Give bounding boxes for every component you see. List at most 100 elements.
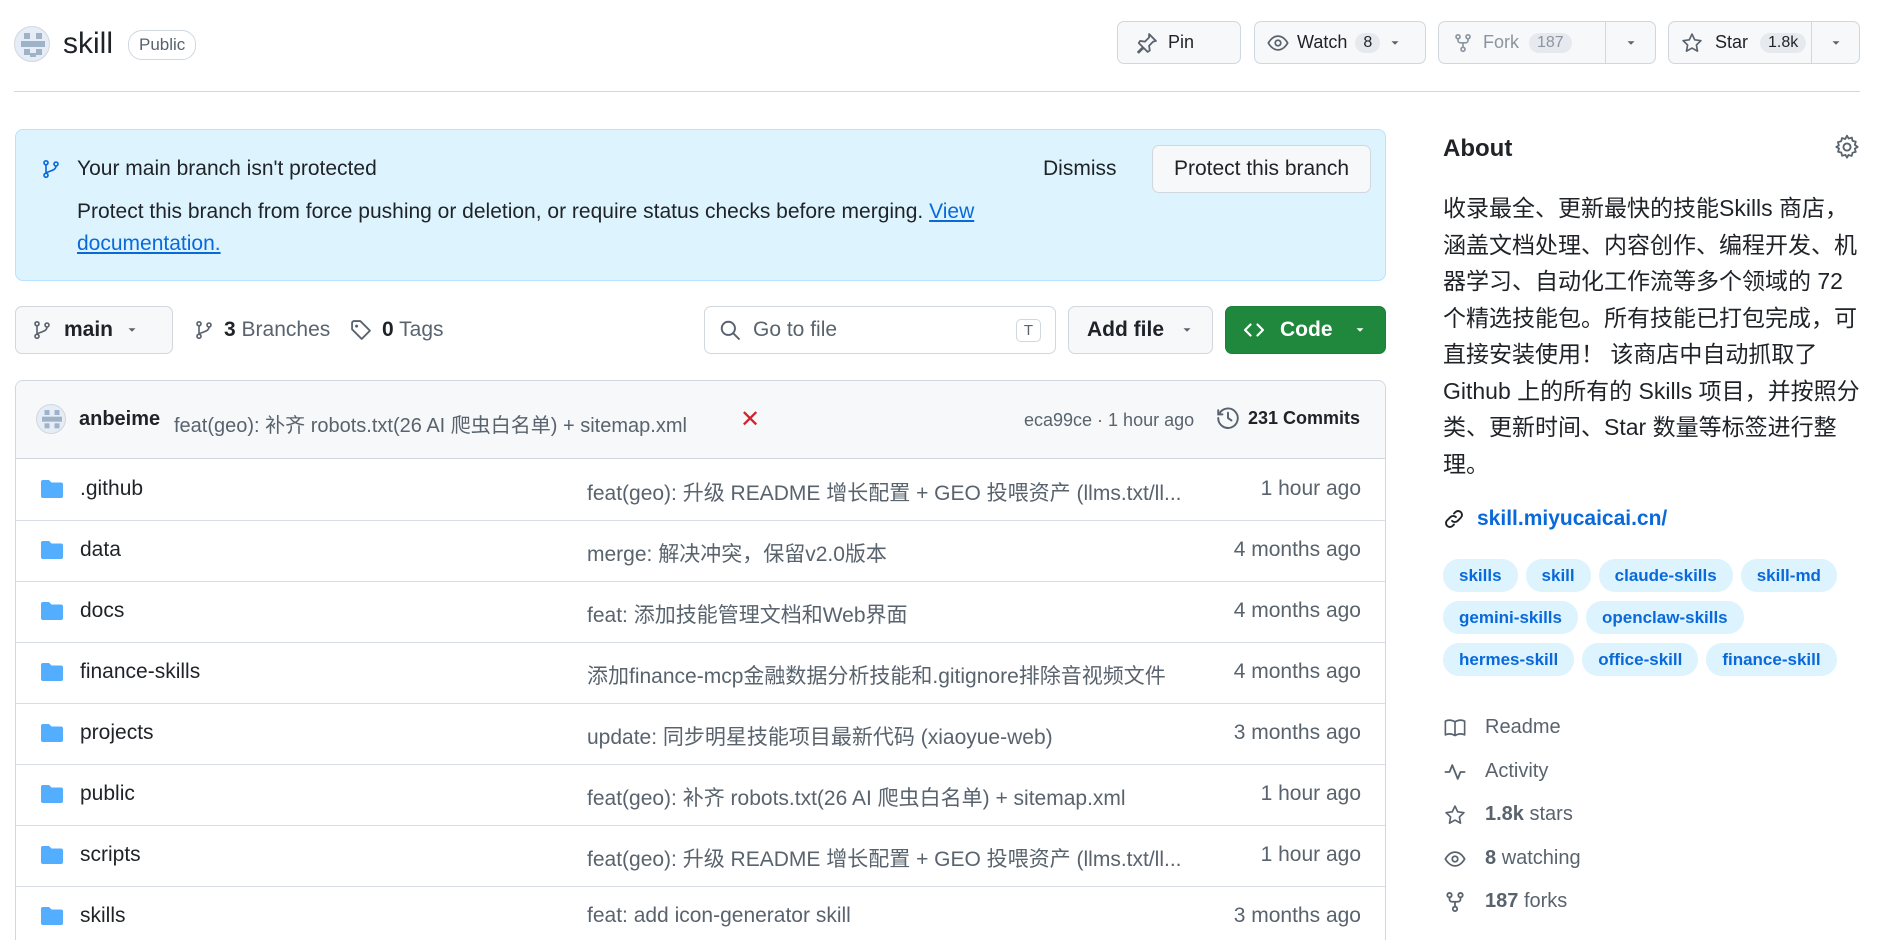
topic-tag[interactable]: claude-skills: [1598, 559, 1733, 592]
table-row[interactable]: scripts feat(geo): 升级 README 增长配置 + GEO 投…: [16, 825, 1385, 887]
chevron-down-icon: [1624, 36, 1638, 50]
topic-tag[interactable]: skills: [1443, 559, 1518, 592]
dismiss-button[interactable]: Dismiss: [1043, 157, 1117, 181]
file-name[interactable]: skills: [80, 904, 126, 928]
table-row[interactable]: .github feat(geo): 升级 README 增长配置 + GEO 投…: [16, 459, 1385, 521]
watch-count: 8: [1355, 32, 1381, 53]
file-commit-time: 3 months ago: [1233, 721, 1361, 744]
file-commit-message[interactable]: feat(geo): 升级 README 增长配置 + GEO 投喂资产 (ll…: [587, 477, 1187, 507]
stars-count: 1.8k: [1485, 803, 1524, 825]
file-commit-message[interactable]: feat(geo): 升级 README 增长配置 + GEO 投喂资产 (ll…: [587, 843, 1187, 873]
star-count: 1.8k: [1760, 32, 1807, 53]
tag-icon: [350, 319, 372, 341]
star-icon: [1443, 804, 1467, 826]
file-commit-time: 1 hour ago: [1260, 477, 1361, 500]
pin-icon: [1136, 32, 1158, 54]
file-name[interactable]: docs: [80, 599, 124, 623]
pulse-icon: [1443, 761, 1467, 783]
star-dropdown-button[interactable]: [1811, 22, 1859, 63]
watching-label: watching: [1501, 847, 1581, 869]
topic-tag[interactable]: office-skill: [1582, 643, 1699, 676]
file-commit-message[interactable]: feat: 添加技能管理文档和Web界面: [587, 599, 1187, 629]
gear-icon[interactable]: [1834, 134, 1860, 160]
fork-icon: [1443, 891, 1467, 913]
commits-link[interactable]: 231 Commits: [1216, 406, 1360, 430]
table-row[interactable]: finance-skills 添加finance-mcp金融数据分析技能和.git…: [16, 642, 1385, 704]
commit-status-fail-icon[interactable]: ✕: [740, 405, 760, 434]
file-name[interactable]: public: [80, 782, 135, 806]
star-button[interactable]: Star 1.8k: [1669, 22, 1811, 63]
file-commit-message[interactable]: update: 同步明星技能项目最新代码 (xiaoyue-web): [587, 721, 1187, 751]
file-commit-message[interactable]: feat(geo): 补齐 robots.txt(26 AI 爬虫白名单) + …: [587, 782, 1187, 812]
add-file-button[interactable]: Add file: [1068, 306, 1213, 354]
git-branch-icon: [194, 319, 214, 341]
protect-branch-button[interactable]: Protect this branch: [1152, 145, 1371, 193]
table-row[interactable]: data merge: 解决冲突，保留v2.0版本 4 months ago: [16, 520, 1385, 582]
fork-label: Fork: [1483, 32, 1519, 52]
chevron-down-icon: [1388, 36, 1402, 50]
topic-tag[interactable]: skill: [1525, 559, 1591, 592]
branches-count: 3: [224, 318, 236, 341]
go-to-file-placeholder: Go to file: [753, 318, 838, 341]
topic-tag[interactable]: finance-skill: [1706, 643, 1837, 676]
topic-tag[interactable]: hermes-skill: [1443, 643, 1575, 676]
folder-icon: [40, 601, 64, 621]
chevron-down-icon: [1180, 323, 1194, 337]
forks-link[interactable]: 187 forks: [1443, 890, 1567, 913]
banner-description-text: Protect this branch from force pushing o…: [77, 200, 924, 223]
code-icon: [1242, 319, 1266, 341]
folder-icon: [40, 723, 64, 743]
file-commit-time: 3 months ago: [1233, 904, 1361, 927]
file-name[interactable]: finance-skills: [80, 660, 200, 684]
pin-button[interactable]: Pin: [1117, 21, 1241, 64]
git-branch-icon: [41, 158, 61, 180]
file-name[interactable]: .github: [80, 477, 143, 501]
topic-tag[interactable]: skill-md: [1740, 559, 1837, 592]
table-row[interactable]: public feat(geo): 补齐 robots.txt(26 AI 爬虫白…: [16, 764, 1385, 826]
eye-icon: [1267, 32, 1289, 54]
file-commit-message[interactable]: merge: 解决冲突，保留v2.0版本: [587, 538, 1187, 568]
fork-button[interactable]: Fork 187: [1439, 22, 1605, 63]
file-commit-time: 4 months ago: [1233, 599, 1361, 622]
homepage-link[interactable]: skill.miyucaicai.cn/: [1443, 507, 1667, 531]
repo-owner-avatar[interactable]: [14, 26, 50, 62]
go-to-file-input[interactable]: Go to file T: [704, 306, 1056, 354]
table-row[interactable]: projects update: 同步明星技能项目最新代码 (xiaoyue-we…: [16, 703, 1385, 765]
topic-tag[interactable]: openclaw-skills: [1585, 601, 1744, 634]
fork-dropdown-button[interactable]: [1605, 22, 1655, 63]
file-name[interactable]: scripts: [80, 843, 141, 867]
history-icon: [1216, 406, 1240, 430]
file-table: anbeime feat(geo): 补齐 robots.txt(26 AI 爬…: [15, 380, 1386, 940]
avatar[interactable]: [36, 404, 66, 434]
commit-author[interactable]: anbeime: [79, 408, 160, 431]
watch-button[interactable]: Watch 8: [1254, 21, 1426, 64]
table-row[interactable]: skills feat: add icon-generator skill 3 mo…: [16, 886, 1385, 940]
activity-link[interactable]: Activity: [1443, 760, 1548, 783]
readme-label: Readme: [1485, 716, 1561, 738]
branches-link[interactable]: 3 Branches: [194, 318, 330, 342]
readme-link[interactable]: Readme: [1443, 716, 1561, 739]
file-name[interactable]: projects: [80, 721, 154, 745]
file-commit-message[interactable]: feat: add icon-generator skill: [587, 904, 1187, 928]
tags-count: 0: [382, 318, 394, 341]
chevron-down-icon: [1829, 36, 1843, 50]
homepage-url: skill.miyucaicai.cn/: [1477, 507, 1668, 530]
table-row[interactable]: docs feat: 添加技能管理文档和Web界面 4 months ago: [16, 581, 1385, 643]
code-button[interactable]: Code: [1225, 306, 1386, 354]
commits-label: 231 Commits: [1248, 407, 1361, 428]
tags-link[interactable]: 0 Tags: [350, 318, 444, 342]
search-icon: [719, 319, 741, 341]
branches-label: Branches: [241, 318, 331, 341]
repo-name[interactable]: skill: [63, 27, 113, 61]
chevron-down-icon: [1353, 323, 1367, 337]
stars-link[interactable]: 1.8k stars: [1443, 803, 1573, 826]
watchers-link[interactable]: 8 watching: [1443, 847, 1581, 870]
file-commit-message[interactable]: 添加finance-mcp金融数据分析技能和.gitignore排除音视频文件: [587, 660, 1187, 690]
topic-tag[interactable]: gemini-skills: [1443, 601, 1578, 634]
commit-hash-time[interactable]: eca99ce · 1 hour ago: [1024, 410, 1194, 431]
file-name[interactable]: data: [80, 538, 121, 562]
branch-selector[interactable]: main: [15, 306, 173, 354]
commit-message[interactable]: feat(geo): 补齐 robots.txt(26 AI 爬虫白名单) + …: [174, 409, 687, 438]
activity-label: Activity: [1485, 760, 1549, 782]
banner-title: Your main branch isn't protected: [77, 157, 377, 180]
